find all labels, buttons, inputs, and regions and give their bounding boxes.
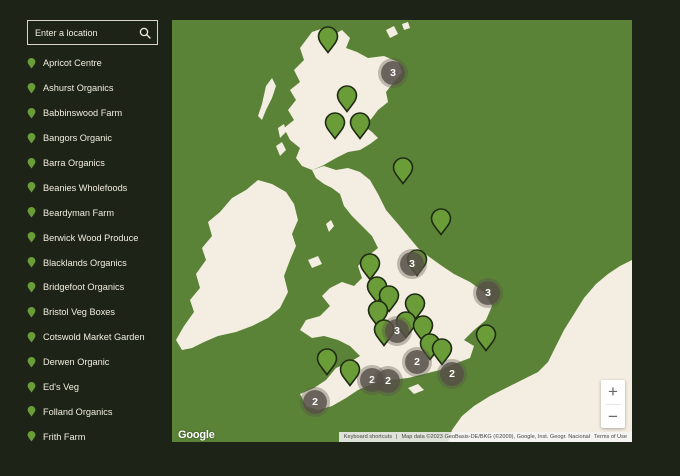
list-item[interactable]: Ed's Veg — [27, 375, 167, 400]
map-pin[interactable] — [430, 208, 452, 236]
map-view[interactable]: 333322222 + − Google Keyboard shortcuts … — [172, 20, 632, 442]
location-name: Beardyman Farm — [43, 207, 114, 218]
map-pin[interactable] — [324, 112, 346, 140]
location-name: Apricot Centre — [43, 58, 102, 69]
zoom-in-button[interactable]: + — [601, 380, 625, 404]
list-item[interactable]: Bristol Veg Boxes — [27, 300, 167, 325]
map-pin-icon — [27, 132, 36, 144]
map-pin[interactable] — [336, 85, 358, 113]
location-name: Ed's Veg — [43, 382, 79, 393]
map-pin-icon — [27, 157, 36, 168]
zoom-out-button[interactable]: − — [601, 405, 625, 429]
location-name: Beanies Wholefoods — [43, 182, 128, 193]
map-pin-icon — [27, 306, 36, 318]
location-name: Ashurst Organics — [43, 83, 114, 94]
location-name: Berwick Wood Produce — [43, 232, 139, 243]
map-pin-icon — [27, 82, 36, 94]
list-item[interactable]: Frith Farm — [27, 424, 167, 449]
terms-link[interactable]: Terms of Use — [594, 434, 627, 440]
map-pin-icon — [317, 26, 339, 54]
map-pin-icon — [316, 348, 338, 376]
isle-of-wight — [408, 384, 424, 394]
map-pin-icon — [27, 232, 36, 243]
location-name: Frith Farm — [43, 431, 86, 442]
map-pin-icon — [27, 331, 36, 343]
location-name: Cotswold Market Garden — [43, 332, 145, 343]
map-pin-icon — [27, 431, 36, 442]
google-logo: Google — [178, 429, 215, 441]
list-item[interactable]: Apricot Centre — [27, 51, 167, 76]
map-pin-icon — [336, 85, 358, 113]
list-item[interactable]: Bridgefoot Organics — [27, 275, 167, 300]
list-item[interactable]: Berwick Wood Produce — [27, 225, 167, 250]
map-attribution: Keyboard shortcuts | Map data ©2023 GeoB… — [338, 432, 632, 442]
location-name: Bangors Organic — [43, 133, 112, 144]
cluster-marker[interactable]: 3 — [400, 252, 424, 276]
attribution-divider: | — [396, 434, 398, 440]
zoom-controls: + − — [601, 380, 625, 428]
location-name: Blacklands Organics — [43, 257, 127, 268]
location-search — [27, 20, 158, 45]
map-pin-icon — [27, 207, 36, 218]
location-name: Folland Organics — [43, 406, 113, 417]
map-pin-icon — [27, 281, 36, 293]
list-item[interactable]: Ashurst Organics — [27, 76, 167, 101]
list-item[interactable]: Barra Organics — [27, 151, 167, 176]
isle-of-man — [326, 220, 334, 232]
list-item[interactable]: Cotswold Market Garden — [27, 325, 167, 350]
location-list: Apricot Centre Ashurst Organics Babbinsw… — [27, 51, 167, 449]
cluster-marker[interactable]: 3 — [381, 61, 405, 85]
list-item[interactable]: Beardyman Farm — [27, 200, 167, 225]
map-pin-icon — [339, 359, 361, 387]
search-input[interactable] — [35, 27, 139, 38]
list-item[interactable]: Folland Organics — [27, 399, 167, 424]
map-pin-icon — [27, 107, 36, 119]
western-isles — [258, 78, 276, 120]
map-pin-icon — [349, 112, 371, 140]
cluster-marker[interactable]: 2 — [440, 362, 464, 386]
map-pin-icon — [27, 182, 36, 193]
anglesey — [308, 256, 322, 268]
map-pin[interactable] — [339, 359, 361, 387]
map-pin[interactable] — [316, 348, 338, 376]
keyboard-shortcuts-link[interactable]: Keyboard shortcuts — [344, 434, 392, 440]
map-land — [176, 22, 632, 442]
map-pin[interactable] — [349, 112, 371, 140]
map-pin-icon — [27, 257, 36, 268]
map-pin[interactable] — [392, 157, 414, 185]
map-pin-icon — [324, 112, 346, 140]
list-item[interactable]: Babbinswood Farm — [27, 101, 167, 126]
location-name: Babbinswood Farm — [43, 108, 123, 119]
map-pin[interactable] — [475, 324, 497, 352]
cluster-marker[interactable]: 3 — [385, 319, 409, 343]
list-item[interactable]: Derwen Organic — [27, 350, 167, 375]
map-data-text: Map data ©2023 GeoBasis-DE/BKG (©2009), … — [401, 434, 591, 440]
location-name: Bridgefoot Organics — [43, 282, 125, 293]
map-pin-icon — [27, 356, 36, 368]
orkney — [386, 26, 398, 38]
ireland-landmass — [176, 180, 298, 350]
cluster-marker[interactable]: 2 — [405, 350, 429, 374]
list-item[interactable]: Bangors Organic — [27, 126, 167, 151]
map-pin[interactable] — [317, 26, 339, 54]
location-name: Derwen Organic — [43, 357, 110, 368]
cluster-marker[interactable]: 3 — [476, 281, 500, 305]
map-pin-icon — [430, 208, 452, 236]
location-name: Bristol Veg Boxes — [43, 307, 116, 318]
cluster-marker[interactable]: 2 — [303, 390, 327, 414]
location-name: Barra Organics — [43, 158, 105, 168]
cluster-marker[interactable]: 2 — [376, 369, 400, 393]
map-pin-icon — [392, 157, 414, 185]
map-pin-icon — [475, 324, 497, 352]
list-item[interactable]: Blacklands Organics — [27, 250, 167, 275]
map-pin-icon — [27, 406, 36, 417]
map-pin-icon — [27, 57, 36, 69]
search-icon[interactable] — [139, 27, 151, 39]
list-item[interactable]: Beanies Wholefoods — [27, 175, 167, 200]
map-pin-icon — [27, 381, 36, 393]
